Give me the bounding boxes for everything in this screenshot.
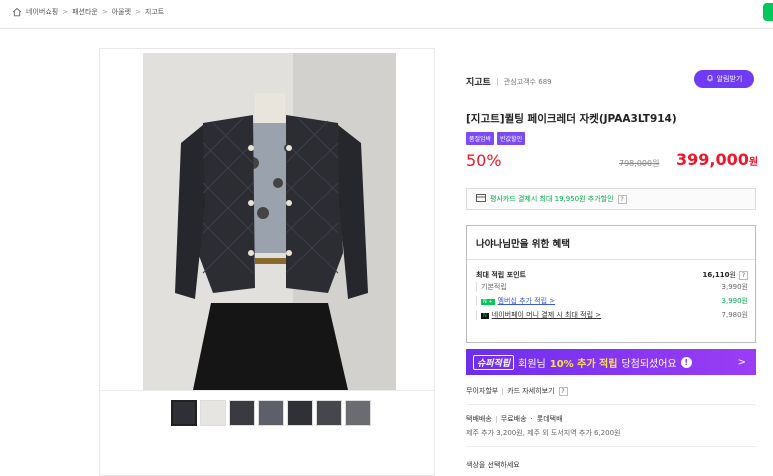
installment-row: 무이자할부 카드 자세히보기 ? bbox=[466, 386, 568, 396]
super-highlight: 10% 추가 적립 bbox=[549, 358, 618, 370]
membership-link[interactable]: 멤버십 추가 적립 > bbox=[498, 297, 556, 305]
breadcrumb-item[interactable]: 지고트 bbox=[145, 7, 164, 17]
divider bbox=[100, 390, 434, 391]
divider bbox=[0, 28, 773, 29]
discount-rate: 50% bbox=[466, 151, 502, 170]
naver-app-icon[interactable] bbox=[763, 3, 773, 21]
super-points-banner[interactable]: 슈퍼적립 회원님 10% 추가 적립 당첨되셨어요 ! > bbox=[466, 349, 756, 375]
alarm-button[interactable]: 알림받기 bbox=[694, 70, 754, 88]
breadcrumb-separator: > bbox=[135, 8, 141, 16]
sale-price: 399,000원 bbox=[676, 150, 758, 169]
breadcrumb: 네이버쇼핑 > 패션타운 > 아울렛 > 지고트 bbox=[12, 5, 164, 19]
shipping-carrier: 롯데택배 bbox=[536, 415, 563, 423]
breadcrumb-separator: > bbox=[62, 8, 69, 16]
max-points-value: 16,110원 bbox=[703, 270, 736, 280]
product-tags: 품절임박 반값할인 bbox=[466, 132, 526, 145]
super-text-before: 회원님 bbox=[518, 358, 546, 370]
product-title: [지고트]퀼팅 페이크레더 자켓(JPAA3LT914) bbox=[466, 113, 677, 125]
installment-label: 무이자할부 bbox=[466, 387, 499, 395]
benefit-row: N + 멤버십 추가 적립 > 3,990원 bbox=[476, 296, 748, 306]
naverpay-link[interactable]: 네이버페이 머니 결제 시 최대 적립 > bbox=[492, 311, 601, 319]
tag-badge: 반값할인 bbox=[497, 132, 526, 145]
divider bbox=[495, 415, 497, 423]
divider bbox=[466, 446, 756, 447]
max-points-number: 16,110 bbox=[702, 271, 730, 279]
shipping-label: 택배배송 bbox=[466, 415, 492, 423]
thumbnail[interactable] bbox=[200, 400, 226, 426]
thumbnail[interactable] bbox=[345, 400, 371, 426]
thumbnail[interactable] bbox=[316, 400, 342, 426]
benefit-row-label-wrap: N 네이버페이 머니 결제 시 최대 적립 > bbox=[476, 310, 601, 320]
max-points-label: 최대 적립 포인트 bbox=[476, 271, 526, 279]
store-row: 지고트 관심고객수 689 bbox=[466, 75, 552, 88]
divider bbox=[502, 387, 504, 395]
max-points-unit: 원 bbox=[729, 271, 736, 279]
credit-card-icon bbox=[476, 194, 486, 204]
bell-icon bbox=[706, 74, 714, 84]
thumbnail[interactable] bbox=[287, 400, 313, 426]
benefit-row-label-wrap: N + 멤버십 추가 적립 > bbox=[476, 296, 555, 306]
product-main-image[interactable] bbox=[143, 53, 396, 390]
store-name[interactable]: 지고트 bbox=[466, 75, 491, 88]
home-icon[interactable] bbox=[12, 7, 22, 17]
thumbnail-strip bbox=[171, 400, 371, 426]
chevron-right-icon: > bbox=[737, 356, 746, 368]
breadcrumb-item[interactable]: 네이버쇼핑 bbox=[26, 7, 58, 17]
thumbnail[interactable] bbox=[258, 400, 284, 426]
breadcrumb-separator: > bbox=[101, 8, 108, 16]
thumbnail[interactable] bbox=[229, 400, 255, 426]
super-points-badge: 슈퍼적립 bbox=[473, 354, 515, 370]
thumbnail[interactable] bbox=[171, 400, 197, 426]
original-price: 798,000원 bbox=[619, 159, 660, 168]
card-promo[interactable]: 평사카드 결제시 최대 19,950원 추가할인 ? bbox=[466, 188, 756, 210]
super-text-after: 당첨되셨어요 bbox=[621, 358, 677, 370]
tag-badge: 품절임박 bbox=[466, 132, 495, 145]
max-points-row: 최대 적립 포인트 16,110원 ? bbox=[476, 270, 748, 280]
alarm-label: 알림받기 bbox=[716, 76, 743, 83]
benefit-row-label: 기본적립 bbox=[476, 282, 507, 292]
shipping-row: 택배배송 무료배송 · 롯데택배 bbox=[466, 414, 563, 424]
installment-link[interactable]: 카드 자세히보기 bbox=[507, 386, 554, 396]
breadcrumb-item[interactable]: 아울렛 bbox=[112, 7, 131, 17]
help-icon[interactable]: ? bbox=[558, 386, 568, 396]
membership-badge: N + bbox=[481, 299, 495, 305]
benefit-row-value: 3,990원 bbox=[721, 283, 748, 291]
naverpay-badge: N bbox=[481, 313, 489, 319]
divider bbox=[467, 259, 755, 260]
card-promo-text: 평사카드 결제시 최대 19,950원 추가할인 bbox=[490, 195, 614, 203]
divider bbox=[466, 404, 756, 405]
sale-price-unit: 원 bbox=[748, 157, 759, 168]
benefit-row-value: 7,980원 bbox=[721, 311, 748, 319]
divider bbox=[496, 77, 498, 86]
benefit-row-value: 3,990원 bbox=[721, 297, 748, 305]
benefit-title: 나야나님만을 위한 혜택 bbox=[476, 239, 571, 250]
bullet: · bbox=[530, 415, 533, 423]
sale-price-value: 399,000 bbox=[676, 150, 749, 169]
benefit-row: N 네이버페이 머니 결제 시 최대 적립 > 7,980원 bbox=[476, 310, 748, 320]
shipping-extra: 제주 추가 3,200원, 제주 외 도서지역 추가 6,200원 bbox=[466, 429, 621, 437]
product-gallery bbox=[99, 48, 435, 476]
benefit-row: 기본적립 3,990원 bbox=[476, 282, 748, 292]
breadcrumb-item[interactable]: 패션타운 bbox=[72, 7, 98, 17]
option-prompt[interactable]: 색상을 선택하세요 bbox=[466, 460, 520, 470]
benefit-box: 나야나님만을 위한 혜택 최대 적립 포인트 16,110원 ? 기본적립 3,… bbox=[466, 225, 756, 343]
alert-icon: ! bbox=[680, 356, 692, 368]
help-icon[interactable]: ? bbox=[617, 194, 627, 204]
store-fans: 관심고객수 689 bbox=[503, 77, 552, 86]
shipping-fee: 무료배송 bbox=[500, 415, 527, 423]
help-icon[interactable]: ? bbox=[739, 270, 748, 280]
